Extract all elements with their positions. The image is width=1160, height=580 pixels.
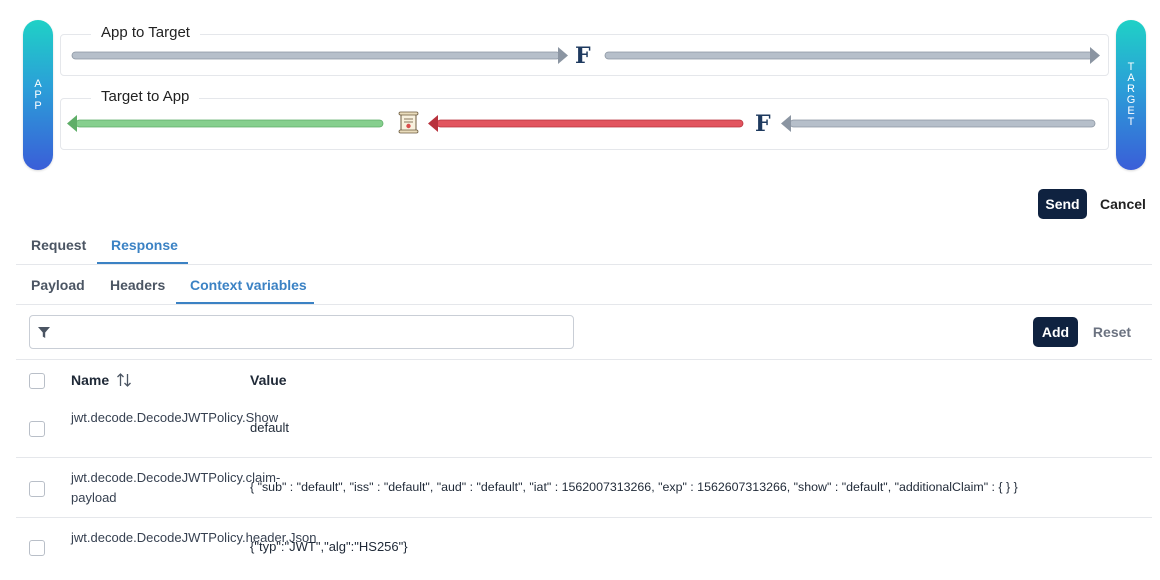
tab-response[interactable]: Response: [111, 237, 178, 253]
target-pill-letter: T: [1127, 116, 1135, 128]
response-arrow-green-segment: [67, 115, 384, 132]
sort-icon[interactable]: [116, 372, 132, 388]
request-arrow-right-segment: [604, 47, 1100, 64]
certificate-scroll-icon[interactable]: [398, 111, 420, 135]
app-pill-letter: P: [34, 88, 42, 101]
add-button[interactable]: Add: [1033, 317, 1078, 347]
row-divider: [16, 457, 1152, 458]
column-header-name[interactable]: Name: [71, 372, 109, 388]
app-pill-letter: P: [34, 99, 42, 112]
table-top-divider: [16, 359, 1152, 360]
sub-tabs-divider: [16, 304, 1152, 305]
row-name: jwt.decode.DecodeJWTPolicy.claim-payload: [71, 470, 281, 505]
select-all-checkbox[interactable]: [29, 373, 45, 389]
tab-context-variables[interactable]: Context variables: [190, 277, 307, 293]
target-to-app-arrows: [67, 115, 1096, 132]
request-arrow-left-segment: [71, 47, 568, 64]
column-header-value: Value: [250, 372, 287, 388]
send-button[interactable]: Send: [1038, 189, 1087, 219]
funnel-icon: [38, 327, 50, 338]
main-tabs-divider: [16, 264, 1152, 265]
row-checkbox[interactable]: [29, 481, 45, 497]
target-to-app-label: Target to App: [91, 88, 200, 105]
app-pill-letter: A: [34, 77, 42, 90]
row-name: jwt.decode.DecodeJWTPolicy.header.Json: [71, 530, 317, 545]
response-arrow-gray-segment: [781, 115, 1096, 132]
response-arrow-red-segment: [428, 115, 744, 132]
row-divider: [16, 517, 1152, 518]
row-checkbox[interactable]: [29, 421, 45, 437]
row-name: jwt.decode.DecodeJWTPolicy.Show: [71, 410, 279, 425]
target-endpoint-pill: T A R G E T: [1116, 20, 1146, 170]
tab-payload[interactable]: Payload: [31, 277, 85, 293]
app-endpoint-pill: A P P: [23, 20, 53, 170]
filter-text-field[interactable]: [58, 320, 563, 344]
row-value: { "sub" : "default", "iss" : "default", …: [250, 480, 1018, 494]
tab-request[interactable]: Request: [31, 237, 86, 253]
reset-button[interactable]: Reset: [1088, 317, 1136, 347]
row-value: default: [250, 420, 290, 435]
cancel-button[interactable]: Cancel: [1098, 189, 1148, 219]
app-to-target-label: App to Target: [91, 24, 200, 41]
row-value: {"typ":"JWT","alg":"HS256"}: [250, 539, 408, 554]
policy-f-icon[interactable]: F: [755, 113, 771, 135]
policy-f-icon[interactable]: F: [575, 45, 591, 67]
tab-headers[interactable]: Headers: [110, 277, 165, 293]
filter-input[interactable]: [29, 315, 574, 349]
row-checkbox[interactable]: [29, 540, 45, 556]
